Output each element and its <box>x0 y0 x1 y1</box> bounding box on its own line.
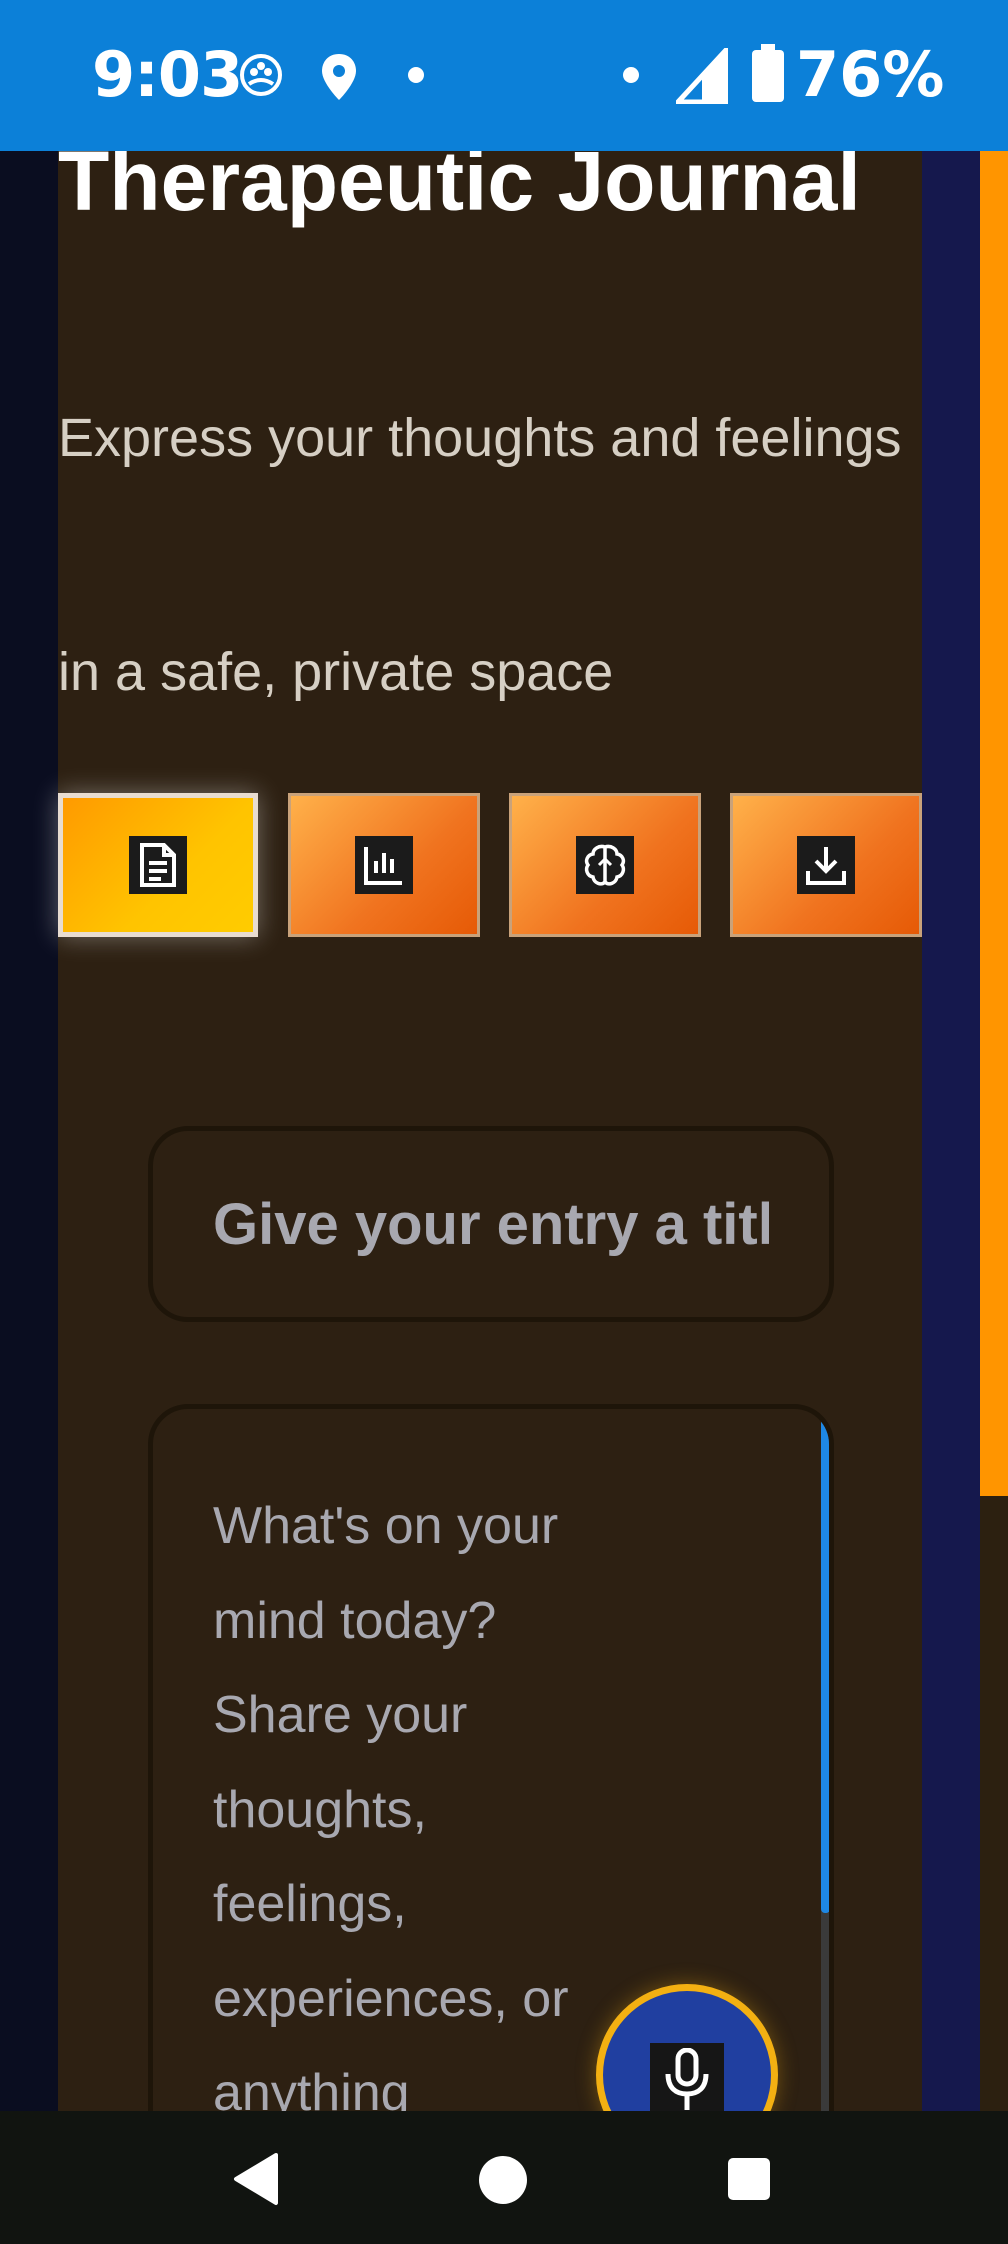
system-nav-bar <box>0 2111 1008 2244</box>
dot-icon <box>622 66 640 89</box>
right-edge-panel <box>980 1496 1008 2111</box>
back-icon[interactable] <box>232 2151 280 2212</box>
recents-icon[interactable] <box>727 2157 771 2206</box>
entry-title-input[interactable] <box>213 1190 769 1258</box>
download-icon <box>797 836 855 894</box>
bar-chart-icon <box>355 836 413 894</box>
app-icon <box>238 52 284 103</box>
page-subtitle: Express your thoughts and feelings in a … <box>58 408 902 702</box>
battery-icon <box>750 44 786 109</box>
tab-export[interactable] <box>730 793 922 937</box>
journal-main: Therapeutic Journal Express your thought… <box>58 134 922 2204</box>
tab-write-entry[interactable] <box>58 793 258 937</box>
entry-body-placeholder: What's on your mind today? Share your th… <box>213 1497 569 2122</box>
status-bar: 9:03 76% <box>0 0 1008 151</box>
signal-icon <box>672 43 729 109</box>
document-icon <box>129 836 187 894</box>
home-icon[interactable] <box>478 2155 528 2210</box>
right-panel <box>922 151 980 2111</box>
accent-strip <box>980 151 1008 1496</box>
scrollbar-thumb[interactable] <box>821 1419 829 1913</box>
tab-insights[interactable] <box>288 793 480 937</box>
microphone-icon <box>650 2043 724 2117</box>
status-time: 9:03 <box>92 38 243 111</box>
location-icon <box>320 52 358 107</box>
entry-title-field[interactable] <box>148 1126 834 1322</box>
left-panel <box>0 151 58 2111</box>
brain-icon <box>576 836 634 894</box>
dot-icon <box>407 66 425 89</box>
tab-ai-analysis[interactable] <box>509 793 701 937</box>
battery-percentage: 76% <box>796 38 945 111</box>
